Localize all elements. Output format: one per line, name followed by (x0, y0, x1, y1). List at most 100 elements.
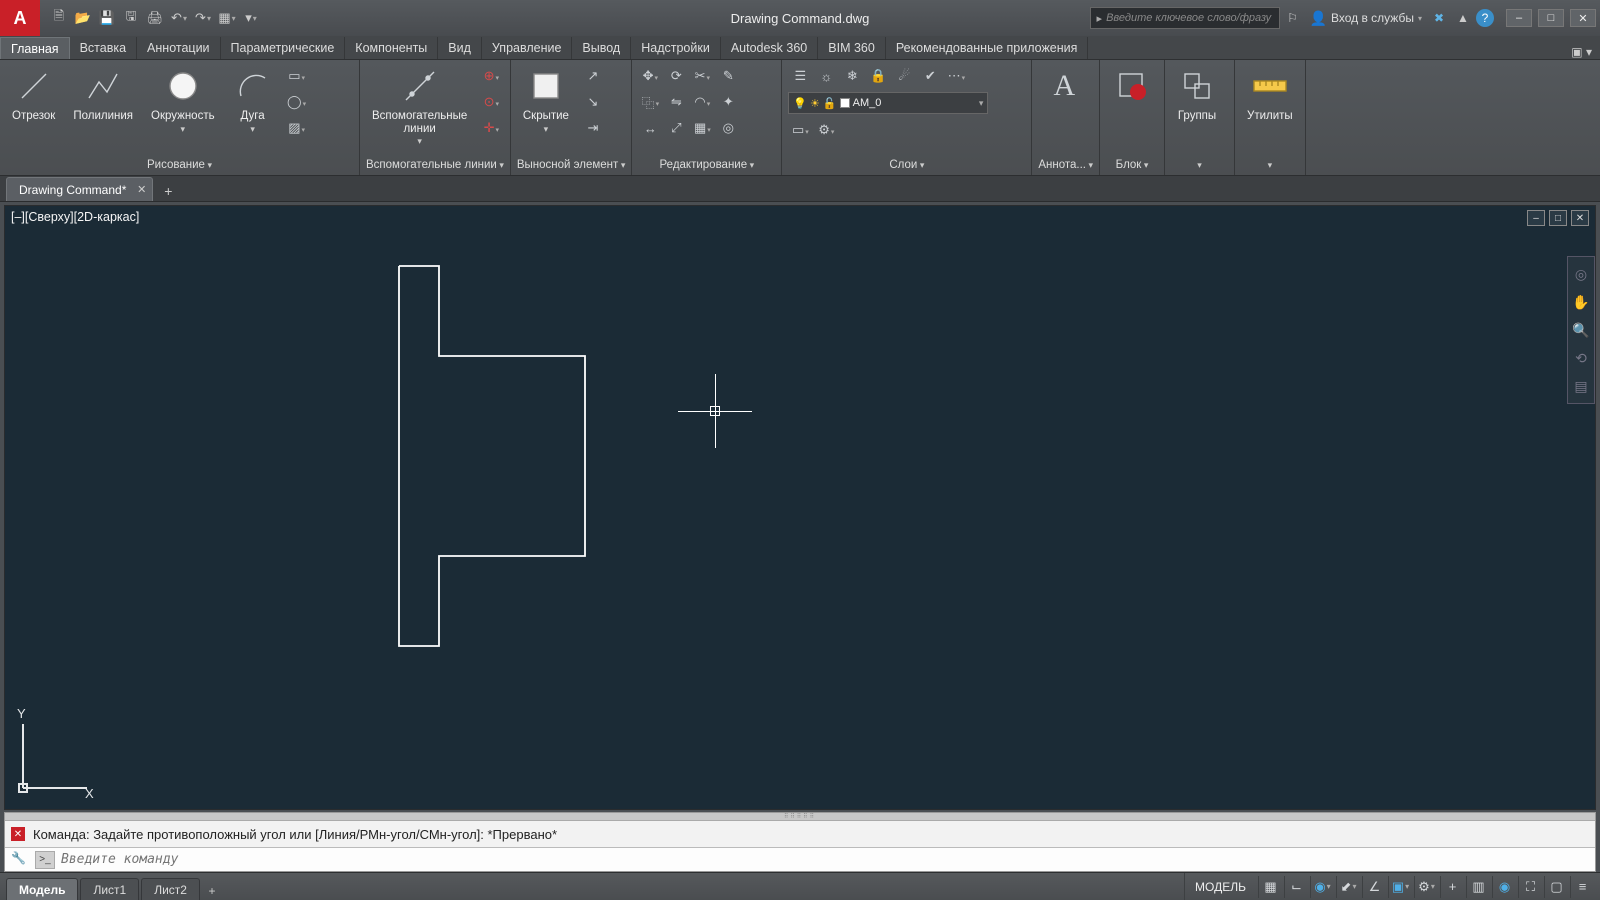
nav-showmotion-icon[interactable]: ▤ (1570, 375, 1592, 397)
nav-wheel-icon[interactable]: ◎ (1570, 263, 1592, 285)
status-osnap-icon[interactable]: ∠ (1362, 876, 1386, 898)
qat-save-icon[interactable]: 💾 (96, 7, 118, 29)
qat-undo-icon[interactable]: ↶ (168, 7, 190, 29)
layer-iso-icon[interactable]: ☄ (892, 64, 916, 88)
panel-utilities-expand[interactable] (1268, 159, 1273, 171)
tab-parametric[interactable]: Параметрические (221, 37, 346, 59)
polyline-button[interactable]: Полилиния (67, 64, 139, 125)
layer-freeze-icon[interactable]: ❄ (840, 64, 864, 88)
fillet-icon[interactable]: ◠ (690, 90, 714, 114)
vp-maximize-icon[interactable]: □ (1549, 210, 1567, 226)
status-ortho-icon[interactable]: ◉ (1310, 876, 1334, 898)
layout-model-tab[interactable]: Модель (6, 878, 78, 900)
maximize-button[interactable]: □ (1538, 9, 1564, 27)
tab-home[interactable]: Главная (0, 37, 70, 59)
layer-lock-icon[interactable]: 🔒 (866, 64, 890, 88)
status-transparency-icon[interactable]: + (1440, 876, 1464, 898)
panel-annotation-label[interactable]: Аннота... (1038, 159, 1093, 171)
move-icon[interactable]: ✥ (638, 64, 662, 88)
explode-icon[interactable]: ✦ (716, 90, 740, 114)
command-prompt-icon[interactable]: >_ (35, 851, 55, 869)
tab-featured[interactable]: Рекомендованные приложения (886, 37, 1089, 59)
arc-button[interactable]: Дуга (227, 64, 279, 137)
tab-bim360[interactable]: BIM 360 (818, 37, 886, 59)
command-input[interactable] (61, 852, 1589, 867)
panel-layers-label[interactable]: Слои (889, 159, 924, 171)
status-clean-icon[interactable]: ▢ (1544, 876, 1568, 898)
layout-sheet2-tab[interactable]: Лист2 (141, 878, 200, 900)
construction-lines-button[interactable]: Вспомогательные линии (366, 64, 473, 150)
line-button[interactable]: Отрезок (6, 64, 61, 125)
tab-a360[interactable]: Autodesk 360 (721, 37, 818, 59)
qat-open-icon[interactable]: 📂 (72, 7, 94, 29)
file-tab-add-icon[interactable]: + (157, 181, 179, 201)
panel-draw-label[interactable]: Рисование (147, 159, 212, 171)
layer-state-icon[interactable]: ▭ (788, 118, 812, 142)
tab-insert[interactable]: Вставка (70, 37, 137, 59)
qat-new-icon[interactable]: 🗎 (48, 7, 70, 29)
status-polar-icon[interactable]: ⬋ (1336, 876, 1360, 898)
mirror-icon[interactable]: ⇋ (664, 90, 688, 114)
app-logo[interactable]: A (0, 0, 40, 36)
leader3-icon[interactable]: ⇥ (581, 116, 605, 140)
command-close-icon[interactable]: ✕ (11, 827, 25, 841)
status-cycling-icon[interactable]: ▥ (1466, 876, 1490, 898)
viewport-label[interactable]: [–][Сверху][2D-каркас] (11, 210, 139, 224)
search-input[interactable]: Введите ключевое слово/фразу (1090, 7, 1280, 29)
tab-addins[interactable]: Надстройки (631, 37, 721, 59)
block-button[interactable] (1106, 64, 1158, 108)
status-lineweight-icon[interactable]: ⚙ (1414, 876, 1438, 898)
help-icon[interactable]: ? (1476, 9, 1494, 27)
status-hardware-icon[interactable]: ◉ (1492, 876, 1516, 898)
exchange-icon[interactable]: ✖ (1428, 7, 1450, 29)
layer-combo[interactable]: 💡☀🔓 AM_0 (788, 92, 988, 114)
layer-more-icon[interactable]: ⋯ (944, 64, 968, 88)
panel-groups-expand[interactable] (1197, 159, 1202, 171)
rectangle-icon[interactable]: ▭ (285, 64, 309, 88)
qat-saveas-icon[interactable]: 🖫 (120, 7, 142, 29)
infocenter-icon[interactable]: ⚐ (1282, 7, 1304, 29)
group-button[interactable]: Группы (1171, 64, 1223, 125)
text-button[interactable]: A (1038, 64, 1090, 108)
ellipse-icon[interactable]: ◯ (285, 90, 309, 114)
tab-components[interactable]: Компоненты (345, 37, 438, 59)
measure-button[interactable]: Утилиты (1241, 64, 1299, 125)
panel-block-label[interactable]: Блок (1116, 159, 1149, 171)
drawing-area[interactable]: [–][Сверху][2D-каркас] – □ ✕ X Y ◎ ✋ 🔍 ⟲… (4, 205, 1596, 810)
tab-manage[interactable]: Управление (482, 37, 573, 59)
signin-button[interactable]: Вход в службы (1306, 10, 1426, 27)
vp-minimize-icon[interactable]: – (1527, 210, 1545, 226)
qat-workspace-icon[interactable]: ▦ (216, 7, 238, 29)
stretch-icon[interactable]: ↔ (638, 116, 662, 140)
layer-walk-icon[interactable]: ⚙ (814, 118, 838, 142)
copy-icon[interactable]: ⿻ (638, 90, 662, 114)
nav-orbit-icon[interactable]: ⟲ (1570, 347, 1592, 369)
circle-button[interactable]: Окружность (145, 64, 221, 137)
tab-view[interactable]: Вид (438, 37, 482, 59)
vp-close-icon[interactable]: ✕ (1571, 210, 1589, 226)
array-icon[interactable]: ▦ (690, 116, 714, 140)
panel-construction-label[interactable]: Вспомогательные линии (366, 159, 504, 171)
status-customize-icon[interactable]: ≡ (1570, 876, 1594, 898)
hatch-icon[interactable]: ▨ (285, 116, 309, 140)
status-grid-icon[interactable]: ▦ (1258, 876, 1282, 898)
layout-sheet1-tab[interactable]: Лист1 (80, 878, 139, 900)
minimize-button[interactable]: – (1506, 9, 1532, 27)
nav-pan-icon[interactable]: ✋ (1570, 291, 1592, 313)
ucs-icon[interactable]: X Y (15, 716, 95, 799)
status-otrack-icon[interactable]: ▣ (1388, 876, 1412, 898)
centerline-icon[interactable]: ⊕ (479, 64, 503, 88)
command-wrench-icon[interactable]: 🔧 (11, 851, 29, 869)
ribbon-minimize-icon[interactable]: ▣ ▾ (1563, 45, 1600, 59)
centermark-icon[interactable]: ⊙ (479, 90, 503, 114)
exchange-apps-icon[interactable]: ▲ (1452, 7, 1474, 29)
panel-leader-label[interactable]: Выносной элемент (517, 159, 625, 171)
leader2-icon[interactable]: ↘ (581, 90, 605, 114)
command-line-grip[interactable] (5, 813, 1595, 821)
layer-off-icon[interactable]: ☼ (814, 64, 838, 88)
rotate-icon[interactable]: ⟳ (664, 64, 688, 88)
layout-add-icon[interactable]: + (202, 882, 222, 900)
status-space-label[interactable]: МОДЕЛЬ (1184, 873, 1256, 900)
status-snap-icon[interactable]: ⌙ (1284, 876, 1308, 898)
leader1-icon[interactable]: ↗ (581, 64, 605, 88)
